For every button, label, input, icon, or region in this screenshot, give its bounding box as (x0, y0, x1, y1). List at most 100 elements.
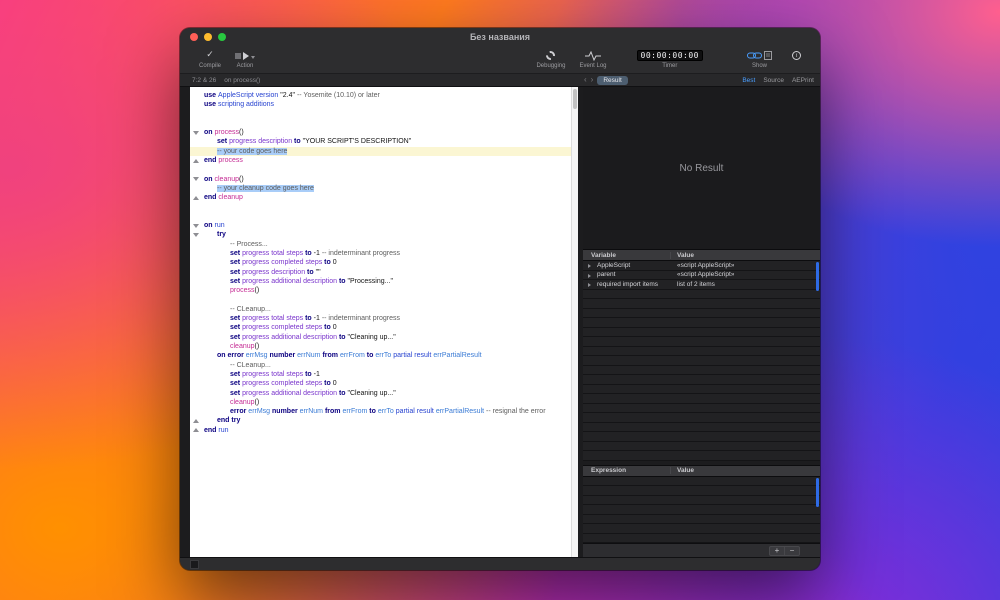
add-expression-button[interactable]: + (769, 546, 785, 556)
view-mode-source[interactable]: Source (763, 77, 784, 84)
code-line[interactable]: on process() (190, 128, 571, 137)
titlebar[interactable]: Без названия (180, 28, 820, 46)
show-button[interactable]: Show (740, 46, 779, 73)
close-button[interactable] (190, 33, 198, 41)
code-line[interactable]: try (190, 230, 571, 239)
code-line[interactable]: set progress completed steps to 0 (190, 323, 571, 332)
code-line[interactable] (190, 203, 571, 212)
statusbar: 7:2 & 26 on process() ‹ › Result Best Sou… (180, 73, 820, 87)
disclosure-triangle-icon[interactable] (588, 264, 591, 268)
table-row[interactable]: AppleScript«script AppleScript» (583, 261, 820, 271)
code-line[interactable]: end try (190, 416, 571, 425)
code-line[interactable]: on cleanup() (190, 175, 571, 184)
code-line[interactable]: cleanup() (190, 398, 571, 407)
code-line[interactable] (190, 296, 571, 305)
code-line[interactable] (190, 212, 571, 221)
code-line[interactable]: use scripting additions (190, 100, 571, 109)
forward-arrow-icon[interactable]: › (591, 76, 594, 84)
fold-open-icon[interactable] (193, 224, 199, 228)
empty-table-row (583, 486, 820, 496)
code-line[interactable] (190, 165, 571, 174)
table-row[interactable]: parent«script AppleScript» (583, 271, 820, 281)
minimize-button[interactable] (204, 33, 212, 41)
code-line[interactable] (190, 110, 571, 119)
code-line[interactable]: set progress completed steps to 0 (190, 379, 571, 388)
info-icon: i (792, 50, 801, 61)
view-mode-best[interactable]: Best (742, 77, 755, 84)
waveform-icon (585, 50, 601, 61)
code-line[interactable]: end run (190, 426, 571, 435)
table-row[interactable]: required import itemslist of 2 items (583, 280, 820, 290)
fold-close-icon[interactable] (193, 159, 199, 163)
info-button[interactable]: i (785, 46, 808, 73)
compile-button[interactable]: ✓ Compile (192, 46, 228, 73)
code-line[interactable]: set progress total steps to -1 -- indete… (190, 249, 571, 258)
event-log-button[interactable]: Event Log (572, 46, 613, 73)
code-line[interactable]: end cleanup (190, 193, 571, 202)
fold-close-icon[interactable] (193, 428, 199, 432)
expression-column-header: Expression (583, 467, 671, 474)
remove-expression-button[interactable]: − (784, 546, 800, 556)
handler-context[interactable]: on process() (224, 77, 260, 84)
code-line[interactable]: use AppleScript version "2.4" -- Yosemit… (190, 91, 571, 100)
action-label: Action (237, 63, 254, 69)
tab-result[interactable]: Result (597, 76, 627, 85)
code-line[interactable]: set progress additional description to "… (190, 333, 571, 342)
variable-column-header: Variable (583, 252, 671, 259)
code-line[interactable]: on error errMsg number errNum from errFr… (190, 351, 571, 360)
disclosure-triangle-icon[interactable] (588, 283, 591, 287)
fold-close-icon[interactable] (193, 419, 199, 423)
disclosure-triangle-icon[interactable] (588, 274, 591, 278)
code-area[interactable]: use AppleScript version "2.4" -- Yosemit… (190, 87, 571, 557)
fold-open-icon[interactable] (193, 131, 199, 135)
expressions-scrollbar[interactable] (816, 478, 819, 507)
bottom-bar (180, 557, 820, 570)
fold-close-icon[interactable] (193, 196, 199, 200)
code-line[interactable]: -- your code goes here (190, 147, 571, 156)
code-line[interactable] (190, 119, 571, 128)
empty-table-row (583, 442, 820, 452)
fold-open-icon[interactable] (193, 233, 199, 237)
selection-breadcrumb: 7:2 & 26 on process() (192, 74, 260, 86)
code-line[interactable]: -- CLeanup... (190, 361, 571, 370)
empty-table-row (583, 432, 820, 442)
script-icon-button[interactable] (190, 560, 199, 569)
chevron-down-icon (251, 56, 255, 59)
code-line[interactable]: process() (190, 286, 571, 295)
expressions-table-rows (583, 477, 820, 544)
code-line[interactable]: set progress description to "" (190, 268, 571, 277)
empty-table-row (583, 477, 820, 487)
script-editor[interactable]: use AppleScript version "2.4" -- Yosemit… (190, 87, 578, 557)
back-arrow-icon[interactable]: ‹ (584, 76, 587, 84)
zoom-button[interactable] (218, 33, 226, 41)
code-line[interactable]: set progress additional description to "… (190, 277, 571, 286)
gear-icon (546, 50, 555, 61)
scrollbar-thumb[interactable] (573, 89, 577, 109)
code-line[interactable]: -- CLeanup... (190, 305, 571, 314)
no-result-text: No Result (680, 163, 724, 174)
action-button[interactable]: Action (228, 46, 262, 73)
code-line[interactable]: end process (190, 156, 571, 165)
empty-table-row (583, 394, 820, 404)
code-line[interactable]: set progress additional description to "… (190, 389, 571, 398)
empty-table-row (583, 318, 820, 328)
code-line[interactable]: set progress total steps to -1 -- indete… (190, 314, 571, 323)
code-line[interactable]: set progress completed steps to 0 (190, 258, 571, 267)
view-mode-aeprint[interactable]: AEPrint (792, 77, 814, 84)
editor-scrollbar[interactable] (571, 87, 578, 557)
link-icon (747, 51, 762, 60)
result-panel: No Result Variable Value AppleScript«scr… (583, 87, 820, 557)
variables-scrollbar[interactable] (816, 262, 819, 291)
code-line[interactable]: -- your cleanup code goes here (190, 184, 571, 193)
traffic-lights (190, 33, 226, 41)
code-line[interactable]: error errMsg number errNum from errFrom … (190, 407, 571, 416)
code-line[interactable]: set progress total steps to -1 (190, 370, 571, 379)
debugging-button[interactable]: Debugging (529, 46, 572, 73)
code-line[interactable]: -- Process... (190, 240, 571, 249)
main-content: use AppleScript version "2.4" -- Yosemit… (180, 87, 820, 557)
result-view-modes: Best Source AEPrint (742, 74, 814, 86)
code-line[interactable]: on run (190, 221, 571, 230)
fold-open-icon[interactable] (193, 177, 199, 181)
code-line[interactable]: cleanup() (190, 342, 571, 351)
code-line[interactable]: set progress description to "YOUR SCRIPT… (190, 137, 571, 146)
